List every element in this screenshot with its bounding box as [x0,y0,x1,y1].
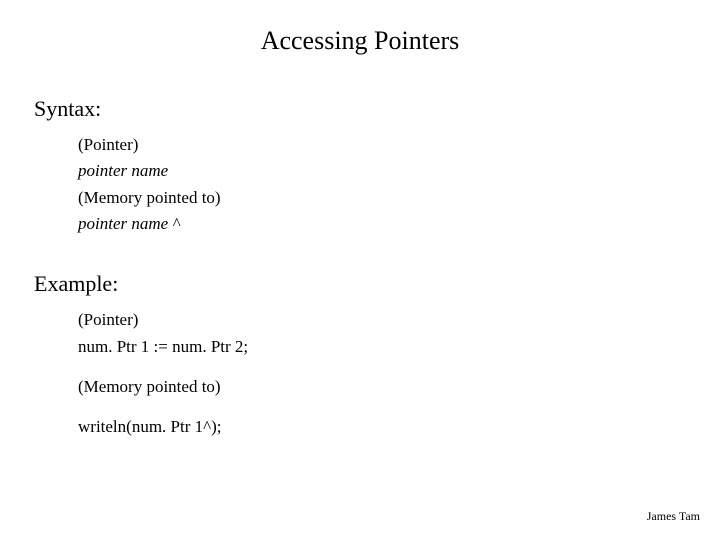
example-block: (Pointer) num. Ptr 1 := num. Ptr 2; (Mem… [78,307,686,440]
syntax-pointer-label: (Pointer) [78,132,686,158]
example-section: Example: (Pointer) num. Ptr 1 := num. Pt… [34,271,686,440]
example-memory-label: (Memory pointed to) [78,374,686,400]
footer-author: James Tam [647,509,700,524]
example-pointer-code: num. Ptr 1 := num. Ptr 2; [78,334,686,360]
syntax-memory-name: pointer name ^ [78,211,686,237]
syntax-memory-label: (Memory pointed to) [78,185,686,211]
example-heading: Example: [34,271,686,297]
syntax-block: (Pointer) pointer name (Memory pointed t… [78,132,686,237]
syntax-section: Syntax: (Pointer) pointer name (Memory p… [34,96,686,237]
syntax-heading: Syntax: [34,96,686,122]
syntax-pointer-name: pointer name [78,158,686,184]
example-pointer-label: (Pointer) [78,307,686,333]
slide: Accessing Pointers Syntax: (Pointer) poi… [0,0,720,540]
page-title: Accessing Pointers [34,26,686,56]
example-memory-code: writeln(num. Ptr 1^); [78,414,686,440]
